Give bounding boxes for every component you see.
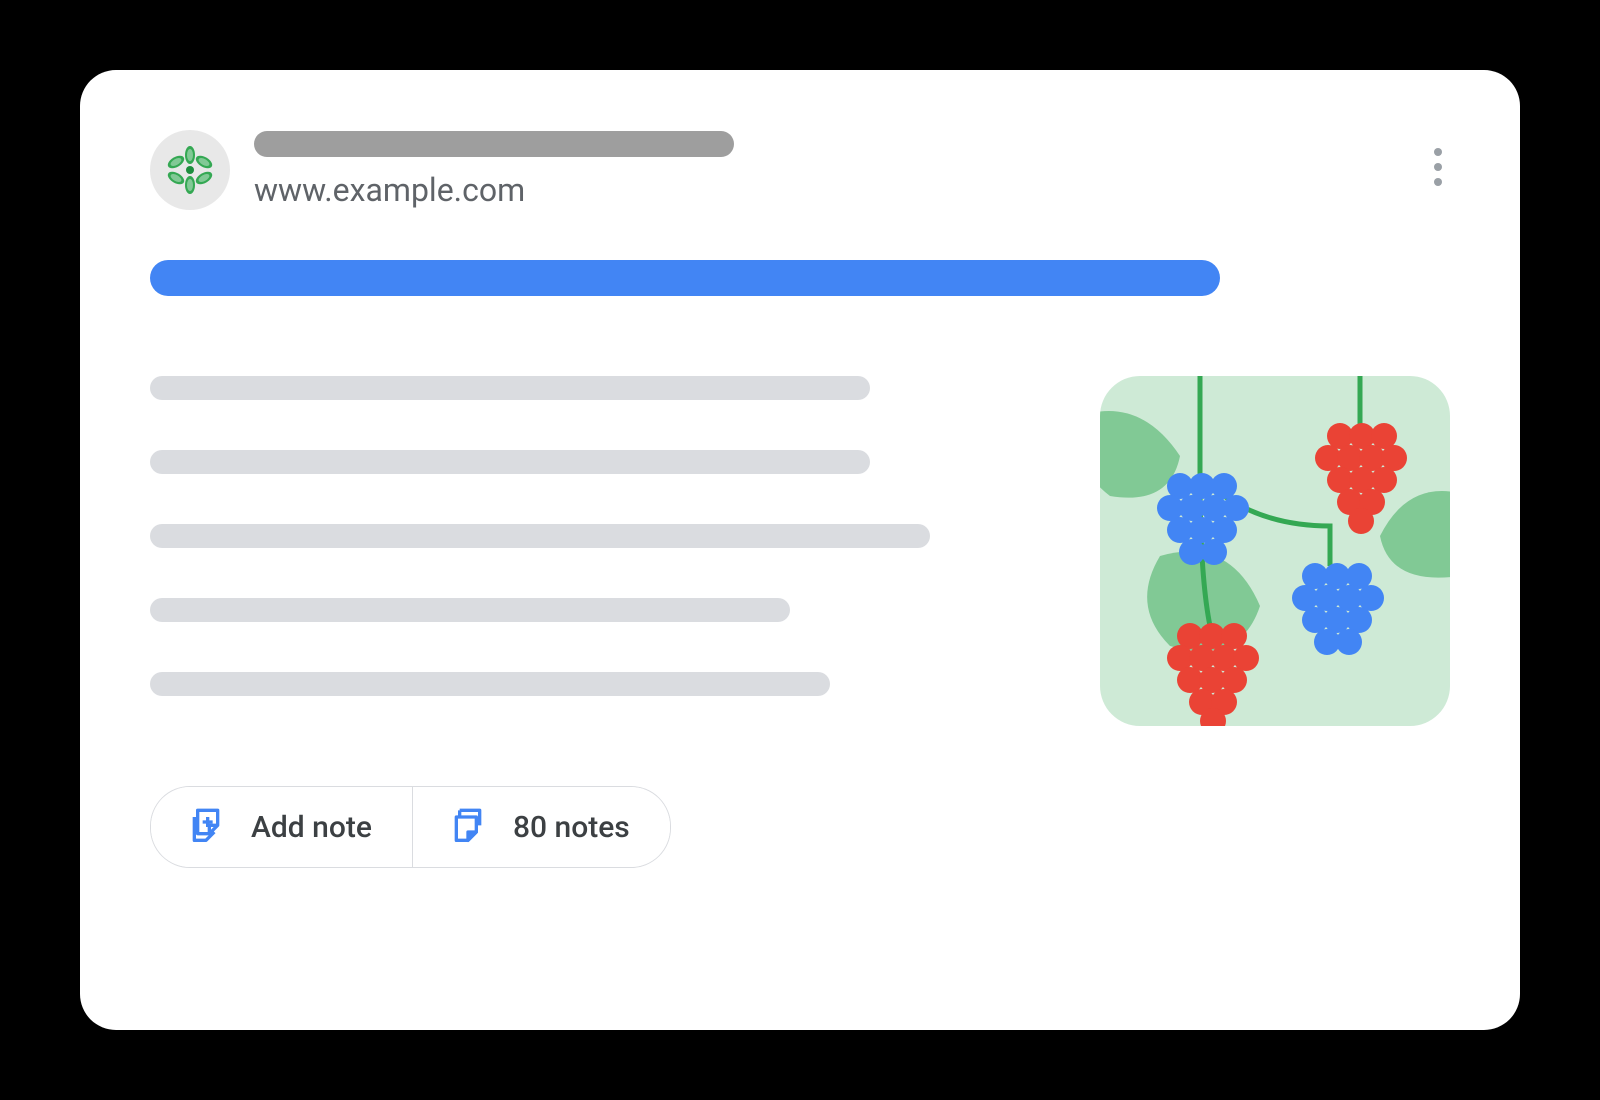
leaf-icon xyxy=(165,145,215,195)
add-note-label: Add note xyxy=(251,810,372,845)
notes-count-label: 80 notes xyxy=(513,810,630,845)
notes-icon xyxy=(453,807,493,847)
berries-illustration xyxy=(1100,376,1450,726)
search-result-card: www.example.com xyxy=(80,70,1520,1030)
header-text: www.example.com xyxy=(254,131,734,209)
result-header: www.example.com xyxy=(150,130,1450,210)
text-line xyxy=(150,598,790,622)
view-notes-button[interactable]: 80 notes xyxy=(413,787,670,867)
result-title-placeholder[interactable] xyxy=(150,260,1220,296)
add-note-button[interactable]: Add note xyxy=(151,787,413,867)
notes-button-group: Add note 80 notes xyxy=(150,786,671,868)
site-favicon xyxy=(150,130,230,210)
result-url[interactable]: www.example.com xyxy=(254,171,734,209)
more-vertical-icon xyxy=(1434,148,1442,156)
more-options-button[interactable] xyxy=(1426,140,1450,194)
text-line xyxy=(150,450,870,474)
result-thumbnail[interactable] xyxy=(1100,376,1450,726)
snippet-placeholder xyxy=(150,376,1020,726)
text-line xyxy=(150,524,930,548)
text-line xyxy=(150,376,870,400)
add-note-icon xyxy=(191,807,231,847)
site-name-placeholder xyxy=(254,131,734,157)
result-body xyxy=(150,376,1450,726)
text-line xyxy=(150,672,830,696)
